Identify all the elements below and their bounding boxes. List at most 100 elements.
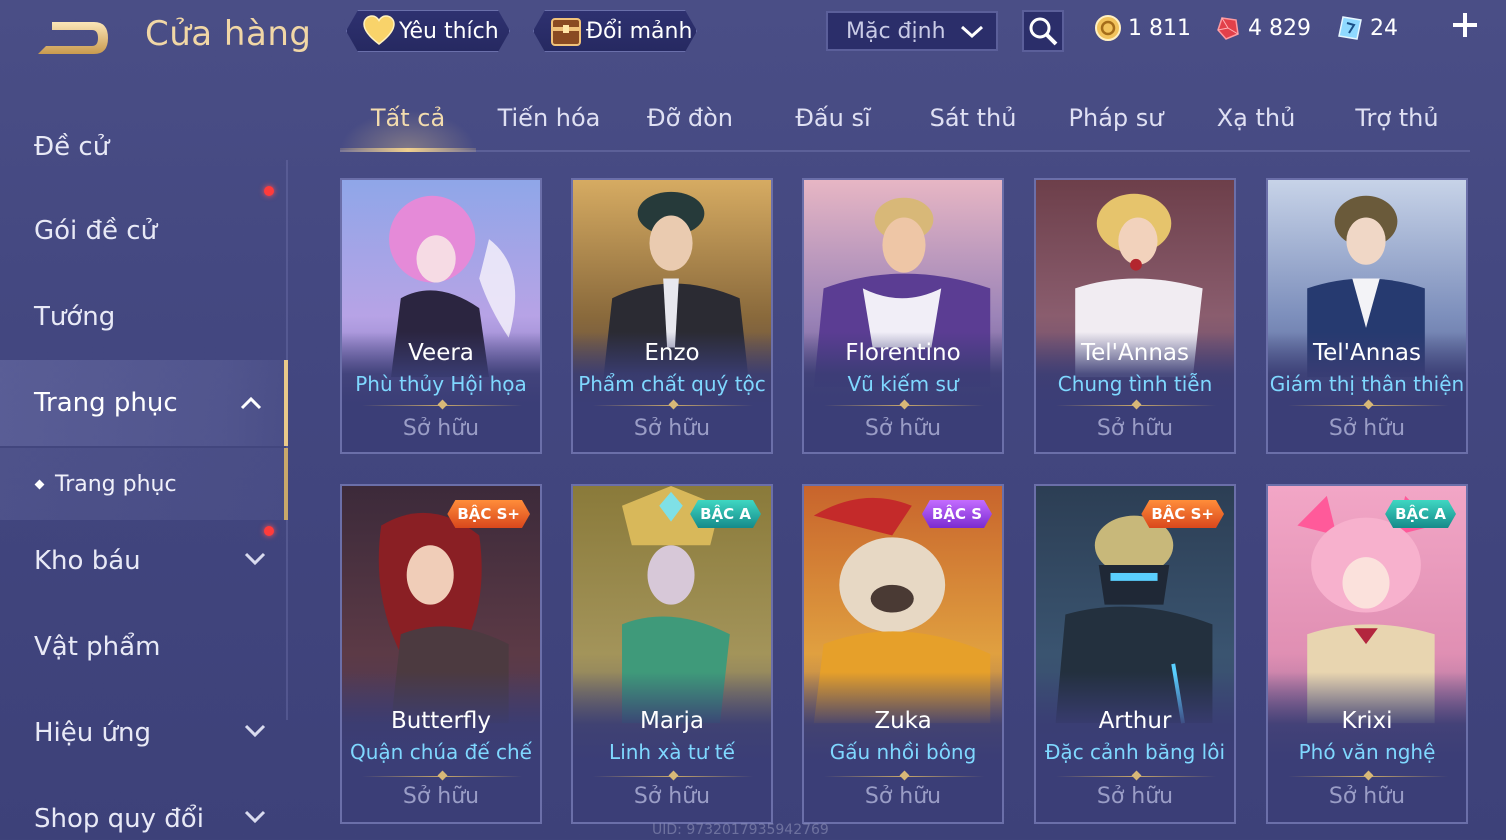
- ownership-status: Sở hữu: [633, 784, 711, 809]
- sidebar-item-label: Đề cử: [34, 132, 110, 162]
- notification-dot: [264, 526, 274, 536]
- search-button[interactable]: [1022, 10, 1064, 52]
- exchange-label: Đổi mảnh: [586, 18, 693, 44]
- back-arrow-icon: [38, 22, 108, 54]
- sidebar-item-label: Gói đề cử: [34, 216, 158, 246]
- gold-amount: 1 811: [1128, 15, 1191, 41]
- sidebar-item-bundles[interactable]: Gói đề cử: [0, 186, 288, 274]
- chevron-up-icon: [240, 396, 262, 410]
- sidebar-item-treasure[interactable]: Kho báu: [0, 518, 288, 604]
- skin-name: Phù thủy Hội họa: [355, 372, 527, 396]
- sidebar-item-items[interactable]: Vật phẩm: [0, 604, 288, 690]
- ownership-status: Sở hữu: [1328, 784, 1406, 809]
- sidebar-item-label: Shop quy đổi: [34, 804, 204, 834]
- skin-name: Phẩm chất quý tộc: [578, 372, 766, 396]
- skin-card[interactable]: BẬC A Krixi Phó văn nghệ Sở hữu: [1266, 484, 1468, 824]
- sort-value: Mặc định: [846, 18, 946, 44]
- hero-name: Tel'Annas: [1313, 340, 1421, 366]
- skin-card[interactable]: Florentino Vũ kiếm sư Sở hữu: [802, 178, 1004, 454]
- tab-evolution[interactable]: Tiến hóa: [486, 104, 612, 132]
- skin-card[interactable]: Tel'Annas Chung tình tiễn Sở hữu: [1034, 178, 1236, 454]
- tab-tank[interactable]: Đỡ đòn: [630, 104, 750, 132]
- voucher-balance: 24: [1336, 14, 1398, 42]
- chevron-down-icon: [244, 552, 266, 566]
- skin-card[interactable]: BẬC S+ Butterfly Quận chúa đế chế Sở hữu: [340, 484, 542, 824]
- ownership-status: Sở hữu: [864, 416, 942, 441]
- skin-card[interactable]: Veera Phù thủy Hội họa Sở hữu: [340, 178, 542, 454]
- ruby-amount: 4 829: [1248, 15, 1311, 41]
- tier-badge: BẬC A: [1385, 500, 1456, 528]
- search-icon: [1029, 17, 1058, 46]
- ownership-status: Sở hữu: [1096, 416, 1174, 441]
- sidebar-item-label: Trang phục: [34, 388, 178, 418]
- sidebar: Đề cử Gói đề cử Tướng Trang phục Trang p…: [0, 100, 288, 840]
- tier-badge: BẬC S: [922, 500, 992, 528]
- chevron-down-icon: [960, 25, 984, 39]
- skin-name: Gấu nhồi bông: [829, 740, 977, 764]
- skin-name: Vũ kiếm sư: [847, 372, 959, 396]
- sidebar-item-skins[interactable]: Trang phục: [0, 360, 288, 446]
- tab-marksman[interactable]: Xạ thủ: [1206, 104, 1306, 132]
- tier-badge: BẬC S+: [447, 500, 530, 528]
- skin-name: Quận chúa đế chế: [349, 740, 532, 764]
- sidebar-item-label: Vật phẩm: [34, 632, 161, 662]
- tier-badge: BẬC A: [690, 500, 761, 528]
- skin-name: Linh xà tư tế: [609, 740, 735, 764]
- hero-name: Marja: [640, 708, 704, 734]
- tab-fighter[interactable]: Đấu sĩ: [780, 104, 886, 132]
- chevron-down-icon: [244, 810, 266, 824]
- ruby-gem-icon: [1217, 17, 1239, 40]
- skin-card[interactable]: Tel'Annas Giám thị thân thiện Sở hữu: [1266, 178, 1468, 454]
- hero-name: Zuka: [874, 708, 932, 734]
- heart-icon: [361, 13, 397, 49]
- tab-all[interactable]: Tất cả: [340, 104, 476, 132]
- sidebar-item-exchange-shop[interactable]: Shop quy đổi: [0, 776, 288, 840]
- voucher-card-icon: [1338, 16, 1362, 40]
- sidebar-item-label: Tướng: [34, 302, 116, 332]
- skin-card[interactable]: BẬC A Marja Linh xà tư tế Sở hữu: [571, 484, 773, 824]
- ownership-status: Sở hữu: [402, 784, 480, 809]
- sidebar-item-featured[interactable]: Đề cử: [0, 104, 288, 190]
- skin-card[interactable]: Enzo Phẩm chất quý tộc Sở hữu: [571, 178, 773, 454]
- sidebar-item-heroes[interactable]: Tướng: [0, 274, 288, 360]
- hero-name: Arthur: [1098, 708, 1172, 734]
- user-id-watermark: UID: 9732017935942769: [652, 822, 829, 838]
- ownership-status: Sở hữu: [633, 416, 711, 441]
- exchange-shards-button[interactable]: Đổi mảnh: [533, 10, 697, 52]
- voucher-amount: 24: [1370, 15, 1398, 41]
- skin-name: Chung tình tiễn: [1057, 372, 1213, 396]
- skin-name: Đặc cảnh băng lôi: [1044, 740, 1226, 764]
- skin-card[interactable]: BẬC S+ Arthur Đặc cảnh băng lôi Sở hữu: [1034, 484, 1236, 824]
- tab-assassin[interactable]: Sát thủ: [916, 104, 1030, 132]
- back-button[interactable]: [34, 16, 112, 60]
- hero-name: Tel'Annas: [1081, 340, 1189, 366]
- hero-name: Enzo: [644, 340, 700, 366]
- skin-card[interactable]: BẬC S Zuka Gấu nhồi bông Sở hữu: [802, 484, 1004, 824]
- ownership-status: Sở hữu: [1328, 416, 1406, 441]
- tab-support[interactable]: Trợ thủ: [1340, 104, 1454, 132]
- ownership-status: Sở hữu: [1096, 784, 1174, 809]
- category-tabs: Tất cả Tiến hóa Đỡ đòn Đấu sĩ Sát thủ Ph…: [340, 96, 1470, 152]
- notification-dot: [264, 186, 274, 196]
- active-tab-indicator: [340, 148, 476, 152]
- gold-balance: 1 811: [1094, 14, 1191, 42]
- sidebar-item-label: Hiệu ứng: [34, 718, 151, 748]
- chest-icon: [548, 13, 584, 49]
- tab-mage[interactable]: Pháp sư: [1056, 104, 1176, 132]
- gold-coin-icon: [1095, 15, 1121, 41]
- sidebar-item-label: Kho báu: [34, 546, 141, 576]
- ruby-balance: 4 829: [1214, 14, 1311, 42]
- favorites-label: Yêu thích: [399, 18, 499, 44]
- hero-name: Veera: [408, 340, 474, 366]
- sidebar-item-effects[interactable]: Hiệu ứng: [0, 690, 288, 776]
- add-currency-button[interactable]: [1448, 10, 1482, 44]
- sidebar-subitem-skins[interactable]: Trang phục: [0, 448, 288, 520]
- ownership-status: Sở hữu: [864, 784, 942, 809]
- top-bar: Cửa hàng Yêu thích Đổi mảnh Mặc định 1 8…: [0, 0, 1506, 70]
- hero-name: Florentino: [845, 340, 961, 366]
- sort-dropdown[interactable]: Mặc định: [826, 11, 998, 51]
- hero-name: Krixi: [1341, 708, 1393, 734]
- ownership-status: Sở hữu: [402, 416, 480, 441]
- favorites-button[interactable]: Yêu thích: [346, 10, 510, 52]
- skin-name: Phó văn nghệ: [1298, 740, 1436, 764]
